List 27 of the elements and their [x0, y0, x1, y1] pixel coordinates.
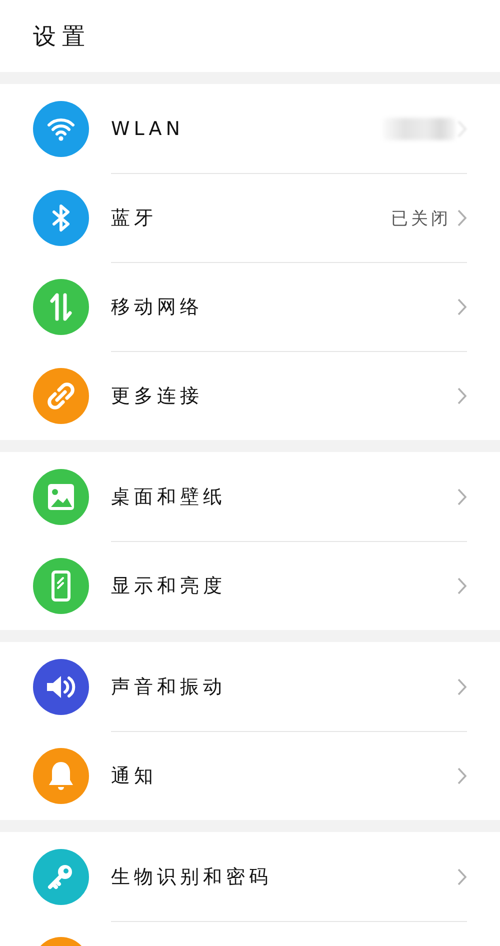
page-title: 设置	[33, 22, 91, 52]
settings-row[interactable]: 显示和亮度	[0, 541, 500, 630]
settings-row[interactable]: 移动网络	[0, 262, 500, 351]
status-text: 已关闭	[391, 208, 451, 230]
setting-label: 声音和振动	[111, 675, 227, 700]
chevron-icon	[457, 209, 467, 227]
chevron-icon	[457, 387, 467, 405]
chevron-icon	[457, 678, 467, 696]
chevron-icon	[457, 488, 467, 506]
setting-label: 更多连接	[111, 384, 204, 409]
setting-label: 生物识别和密码	[111, 865, 273, 890]
chevron-icon	[457, 298, 467, 316]
setting-label: 桌面和壁纸	[111, 485, 227, 510]
setting-label: 移动网络	[111, 295, 204, 320]
settings-row[interactable]: 桌面和壁纸	[0, 452, 500, 541]
settings-row[interactable]: 通知	[0, 731, 500, 820]
chevron-icon	[457, 767, 467, 785]
settings-row[interactable]: 声音和振动	[0, 642, 500, 731]
settings-row[interactable]: WLAN	[0, 84, 500, 173]
setting-label: 蓝牙	[111, 206, 158, 231]
setting-label: WLAN	[111, 118, 186, 140]
chevron-icon	[457, 868, 467, 886]
settings-row[interactable]: 更多连接	[0, 351, 500, 440]
chevron-icon	[457, 577, 467, 595]
setting-label: 显示和亮度	[111, 574, 227, 599]
settings-row[interactable]: 蓝牙 已关闭	[0, 173, 500, 262]
setting-label: 通知	[111, 764, 158, 789]
